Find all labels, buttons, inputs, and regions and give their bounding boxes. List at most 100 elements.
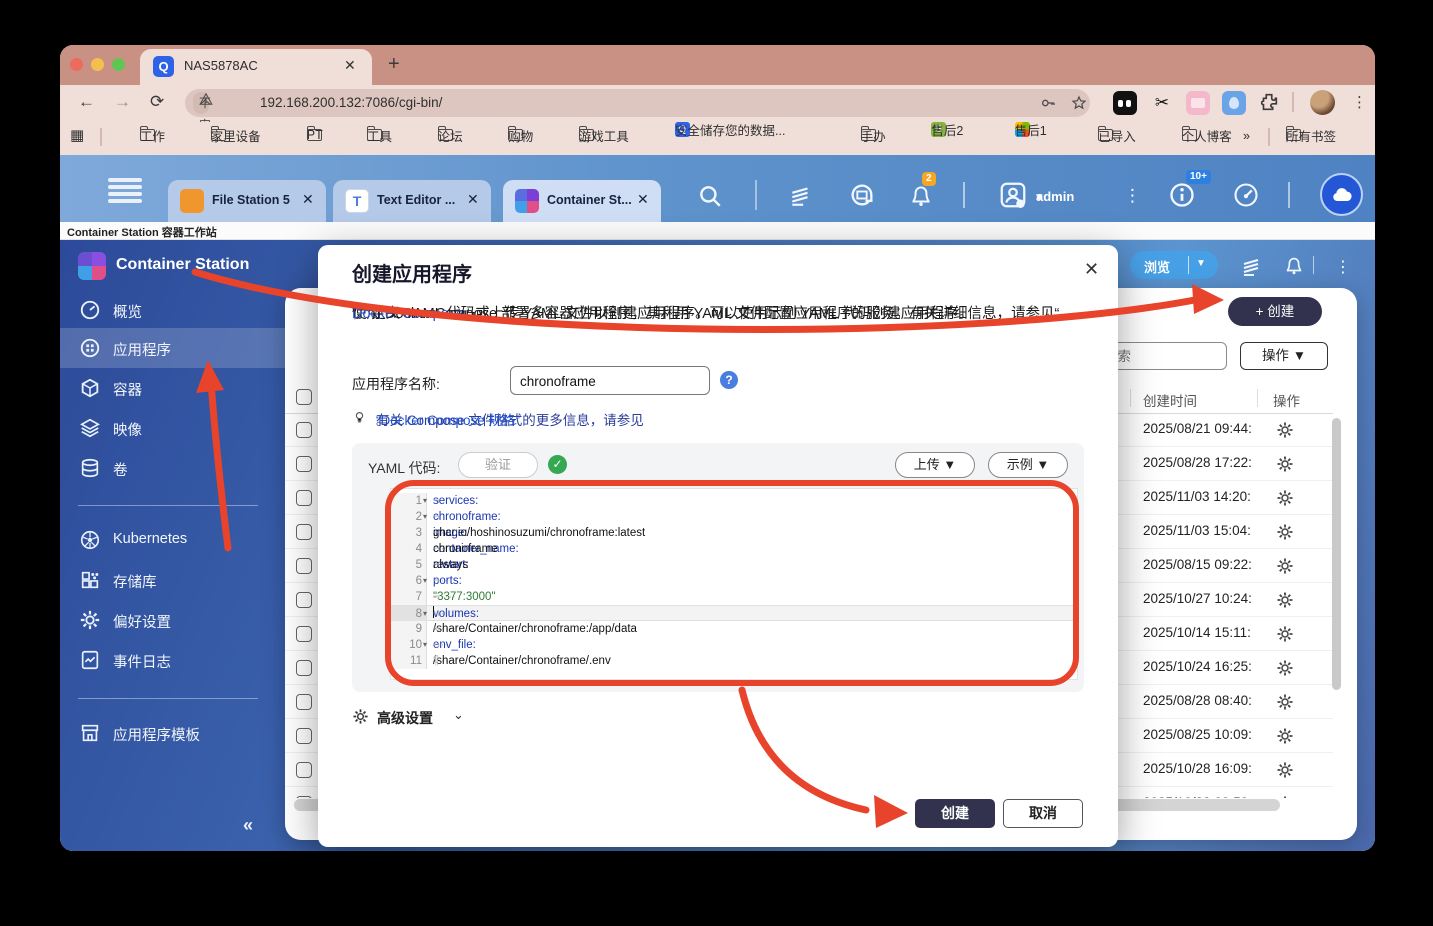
close-tab-icon[interactable]: ✕	[467, 191, 479, 208]
extension-icon-4[interactable]	[1222, 91, 1246, 115]
row-settings-gear-icon[interactable]	[1276, 455, 1294, 473]
close-tab-icon[interactable]: ✕	[637, 191, 649, 208]
desktop-search-icon[interactable]	[697, 183, 723, 209]
help-icon[interactable]: ?	[720, 371, 738, 389]
cs-notifications-icon[interactable]	[1283, 254, 1305, 276]
sidebar-item-应用程序[interactable]: 应用程序	[60, 328, 285, 368]
code-line[interactable]: 2▾··chronoframe:¬	[391, 509, 1077, 525]
bookmark-star-icon[interactable]	[1071, 95, 1087, 111]
bookmark-item[interactable]: 家里设备	[211, 129, 226, 141]
bookmark-item[interactable]: 工具	[367, 129, 382, 141]
sidebar-item-Kubernetes[interactable]: Kubernetes	[60, 520, 285, 560]
background-tasks-icon[interactable]	[788, 182, 814, 208]
main-menu-icon[interactable]	[108, 178, 142, 204]
app-name-input[interactable]	[520, 371, 700, 391]
row-settings-gear-icon[interactable]	[1276, 625, 1294, 643]
new-tab-button[interactable]: +	[388, 53, 400, 76]
resource-monitor-icon[interactable]	[1232, 181, 1260, 209]
qnap-tab-container-station[interactable]: Container St... ✕	[503, 180, 661, 222]
row-settings-gear-icon[interactable]	[1276, 727, 1294, 745]
example-button[interactable]: 示例 ▼	[988, 452, 1068, 478]
macos-close-button[interactable]	[70, 58, 83, 71]
row-checkbox[interactable]	[296, 558, 312, 574]
cs-tasks-icon[interactable]	[1240, 254, 1264, 278]
admin-menu[interactable]: admin ▾	[1036, 189, 1043, 205]
vertical-scrollbar[interactable]	[1332, 418, 1341, 690]
row-checkbox[interactable]	[296, 694, 312, 710]
extension-icon-3[interactable]	[1186, 91, 1210, 115]
sidebar-item-概览[interactable]: 概览	[60, 290, 285, 330]
sidebar-item-应用程序模板[interactable]: 应用程序模板	[60, 713, 285, 753]
code-line[interactable]: 10▾····env_file:·¬	[391, 637, 1077, 653]
browser-tab[interactable]: Q NAS5878AC ✕	[140, 49, 372, 85]
code-line[interactable]: 4····container_name:·chronoframe¬	[391, 541, 1077, 557]
actions-button[interactable]: 操作 ▼	[1240, 342, 1328, 370]
all-bookmarks[interactable]: 所有书签	[1286, 129, 1301, 141]
myqnapcloud-button[interactable]	[1320, 173, 1363, 216]
modal-create-button[interactable]: 创建	[915, 799, 995, 828]
row-checkbox[interactable]	[296, 490, 312, 506]
compose-spec-link[interactable]: “Docker Compose 规格”	[376, 409, 520, 429]
row-settings-gear-icon[interactable]	[1276, 489, 1294, 507]
select-all-checkbox[interactable]	[296, 389, 312, 405]
sidebar-item-容器[interactable]: 容器	[60, 368, 285, 408]
code-line[interactable]: 6▾····ports:¬	[391, 573, 1077, 589]
sidebar-item-事件日志[interactable]: 事件日志	[60, 640, 285, 680]
row-settings-gear-icon[interactable]	[1276, 591, 1294, 609]
upload-button[interactable]: 上传 ▼	[895, 452, 975, 478]
bookmark-item[interactable]: 游戏工具	[579, 129, 594, 141]
sidebar-item-映像[interactable]: 映像	[60, 408, 285, 448]
code-line[interactable]: 1▾services:¬	[391, 493, 1077, 509]
reload-button[interactable]: ⟳	[150, 92, 164, 112]
bookmark-item[interactable]: 工作	[140, 129, 155, 141]
bookmarks-overflow[interactable]: »	[1243, 129, 1250, 143]
row-settings-gear-icon[interactable]	[1276, 659, 1294, 677]
password-key-icon[interactable]	[1040, 95, 1056, 111]
qnap-tab-file-station[interactable]: File Station 5 ✕	[168, 180, 326, 222]
bookmark-item[interactable]: 已导入	[1098, 129, 1113, 141]
qnap-tab-text-editor[interactable]: T Text Editor ... ✕	[333, 180, 491, 222]
created-header[interactable]: 创建时间	[1143, 390, 1197, 410]
sidebar-item-存储库[interactable]: 存储库	[60, 560, 285, 600]
bookmark-item[interactable]: 个人博客	[1182, 129, 1197, 141]
code-line[interactable]: 8▾····volumes:¬	[391, 605, 1077, 621]
row-checkbox[interactable]	[296, 796, 312, 798]
row-settings-gear-icon[interactable]	[1276, 523, 1294, 541]
sidebar-collapse-button[interactable]: «	[243, 815, 253, 836]
code-line[interactable]: 11······-·/share/Container/chronoframe/.…	[391, 653, 1077, 669]
browse-split-button[interactable]: 浏览 ▼	[1130, 251, 1218, 279]
row-settings-gear-icon[interactable]	[1276, 557, 1294, 575]
user-account-icon[interactable]	[998, 180, 1028, 210]
cs-more-icon[interactable]: ⋮	[1335, 257, 1351, 277]
chevron-down-icon[interactable]: ⌄	[453, 707, 464, 723]
row-settings-gear-icon[interactable]	[1276, 421, 1294, 439]
bookmark-item[interactable]: 论坛	[438, 129, 453, 141]
close-tab-icon[interactable]: ✕	[302, 191, 314, 208]
browser-menu-icon[interactable]: ⋮	[1352, 93, 1367, 111]
bookmark-item[interactable]: PT	[307, 129, 322, 141]
extension-icon-1[interactable]	[1113, 91, 1137, 115]
profile-avatar[interactable]	[1310, 90, 1335, 115]
sidebar-item-偏好设置[interactable]: 偏好设置	[60, 600, 285, 640]
code-line[interactable]: 5····restart:·always¬	[391, 557, 1077, 573]
modal-cancel-button[interactable]: 取消	[1003, 799, 1083, 828]
system-events-icon[interactable]	[1168, 181, 1196, 209]
validate-button[interactable]: 验证	[458, 452, 538, 478]
back-button[interactable]: ←	[78, 92, 95, 112]
row-checkbox[interactable]	[296, 660, 312, 676]
row-checkbox[interactable]	[296, 592, 312, 608]
advanced-settings-toggle[interactable]: 高级设置	[377, 708, 433, 728]
restart-icon[interactable]	[848, 181, 876, 209]
row-settings-gear-icon[interactable]	[1276, 761, 1294, 779]
row-checkbox[interactable]	[296, 728, 312, 744]
app-name-field[interactable]	[510, 366, 710, 395]
sidebar-item-卷[interactable]: 卷	[60, 448, 285, 488]
row-settings-gear-icon[interactable]	[1276, 693, 1294, 711]
bookmark-item[interactable]: 购物	[508, 129, 523, 141]
create-application-button[interactable]: + 创建	[1228, 297, 1322, 326]
macos-zoom-button[interactable]	[112, 58, 125, 71]
modal-close-icon[interactable]: ✕	[1084, 259, 1099, 280]
row-checkbox[interactable]	[296, 524, 312, 540]
code-line[interactable]: 7······-·"3377:3000"¬	[391, 589, 1077, 605]
row-checkbox[interactable]	[296, 422, 312, 438]
